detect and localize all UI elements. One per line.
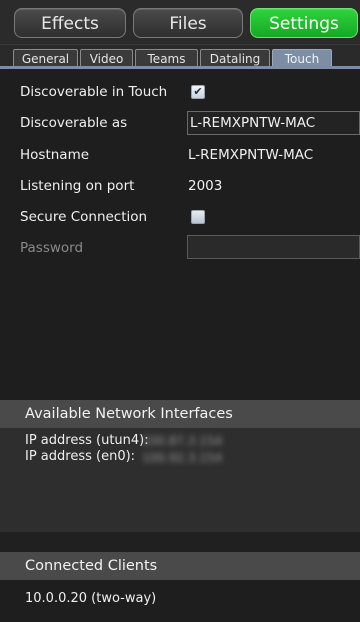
secure-connection-label: Secure Connection (20, 209, 148, 225)
hostname-label: Hostname (20, 147, 90, 163)
discoverable-as-field[interactable]: L-REMXPNTW-MAC (187, 111, 360, 135)
iface-value-utun4: 100.87.3.154 (142, 434, 223, 448)
interfaces-header: Available Network Interfaces (0, 400, 360, 428)
tab-files[interactable]: Files (133, 8, 243, 38)
iface-value-en0: 100.92.3.154 (142, 451, 223, 465)
password-label: Password (20, 240, 84, 256)
iface-label-utun4: IP address (utun4): (25, 433, 149, 448)
top-tab-bar: Effects Files Settings (0, 0, 360, 45)
touch-settings-panel: Discoverable in Touch ✔ Discoverable as … (0, 69, 360, 400)
discoverable-as-label: Discoverable as (20, 115, 128, 131)
discoverable-label: Discoverable in Touch (20, 84, 168, 100)
interfaces-panel: IP address (utun4): 100.87.3.154 IP addr… (0, 428, 360, 532)
spacer (0, 532, 360, 552)
tab-settings[interactable]: Settings (250, 8, 358, 38)
iface-label-en0: IP address (en0): (25, 449, 136, 464)
password-field[interactable] (187, 235, 360, 259)
hostname-value: L-REMXPNTW-MAC (188, 147, 314, 163)
port-label: Listening on port (20, 178, 135, 194)
subtab-touch[interactable]: Touch (272, 49, 332, 67)
tab-effects[interactable]: Effects (14, 8, 126, 38)
secure-connection-checkbox[interactable] (191, 210, 205, 224)
port-value: 2003 (188, 178, 223, 194)
clients-panel: 10.0.0.20 (two-way) (0, 580, 360, 622)
subtab-dataling[interactable]: Dataling (200, 49, 270, 67)
subtab-video[interactable]: Video (80, 49, 133, 67)
discoverable-checkbox[interactable]: ✔ (191, 85, 205, 99)
settings-sub-tabs: General Video Teams Dataling Touch (0, 45, 360, 67)
subtab-teams[interactable]: Teams (135, 49, 198, 67)
client-item[interactable]: 10.0.0.20 (two-way) (25, 591, 156, 606)
clients-header: Connected Clients (0, 552, 360, 580)
subtab-general[interactable]: General (13, 49, 78, 67)
